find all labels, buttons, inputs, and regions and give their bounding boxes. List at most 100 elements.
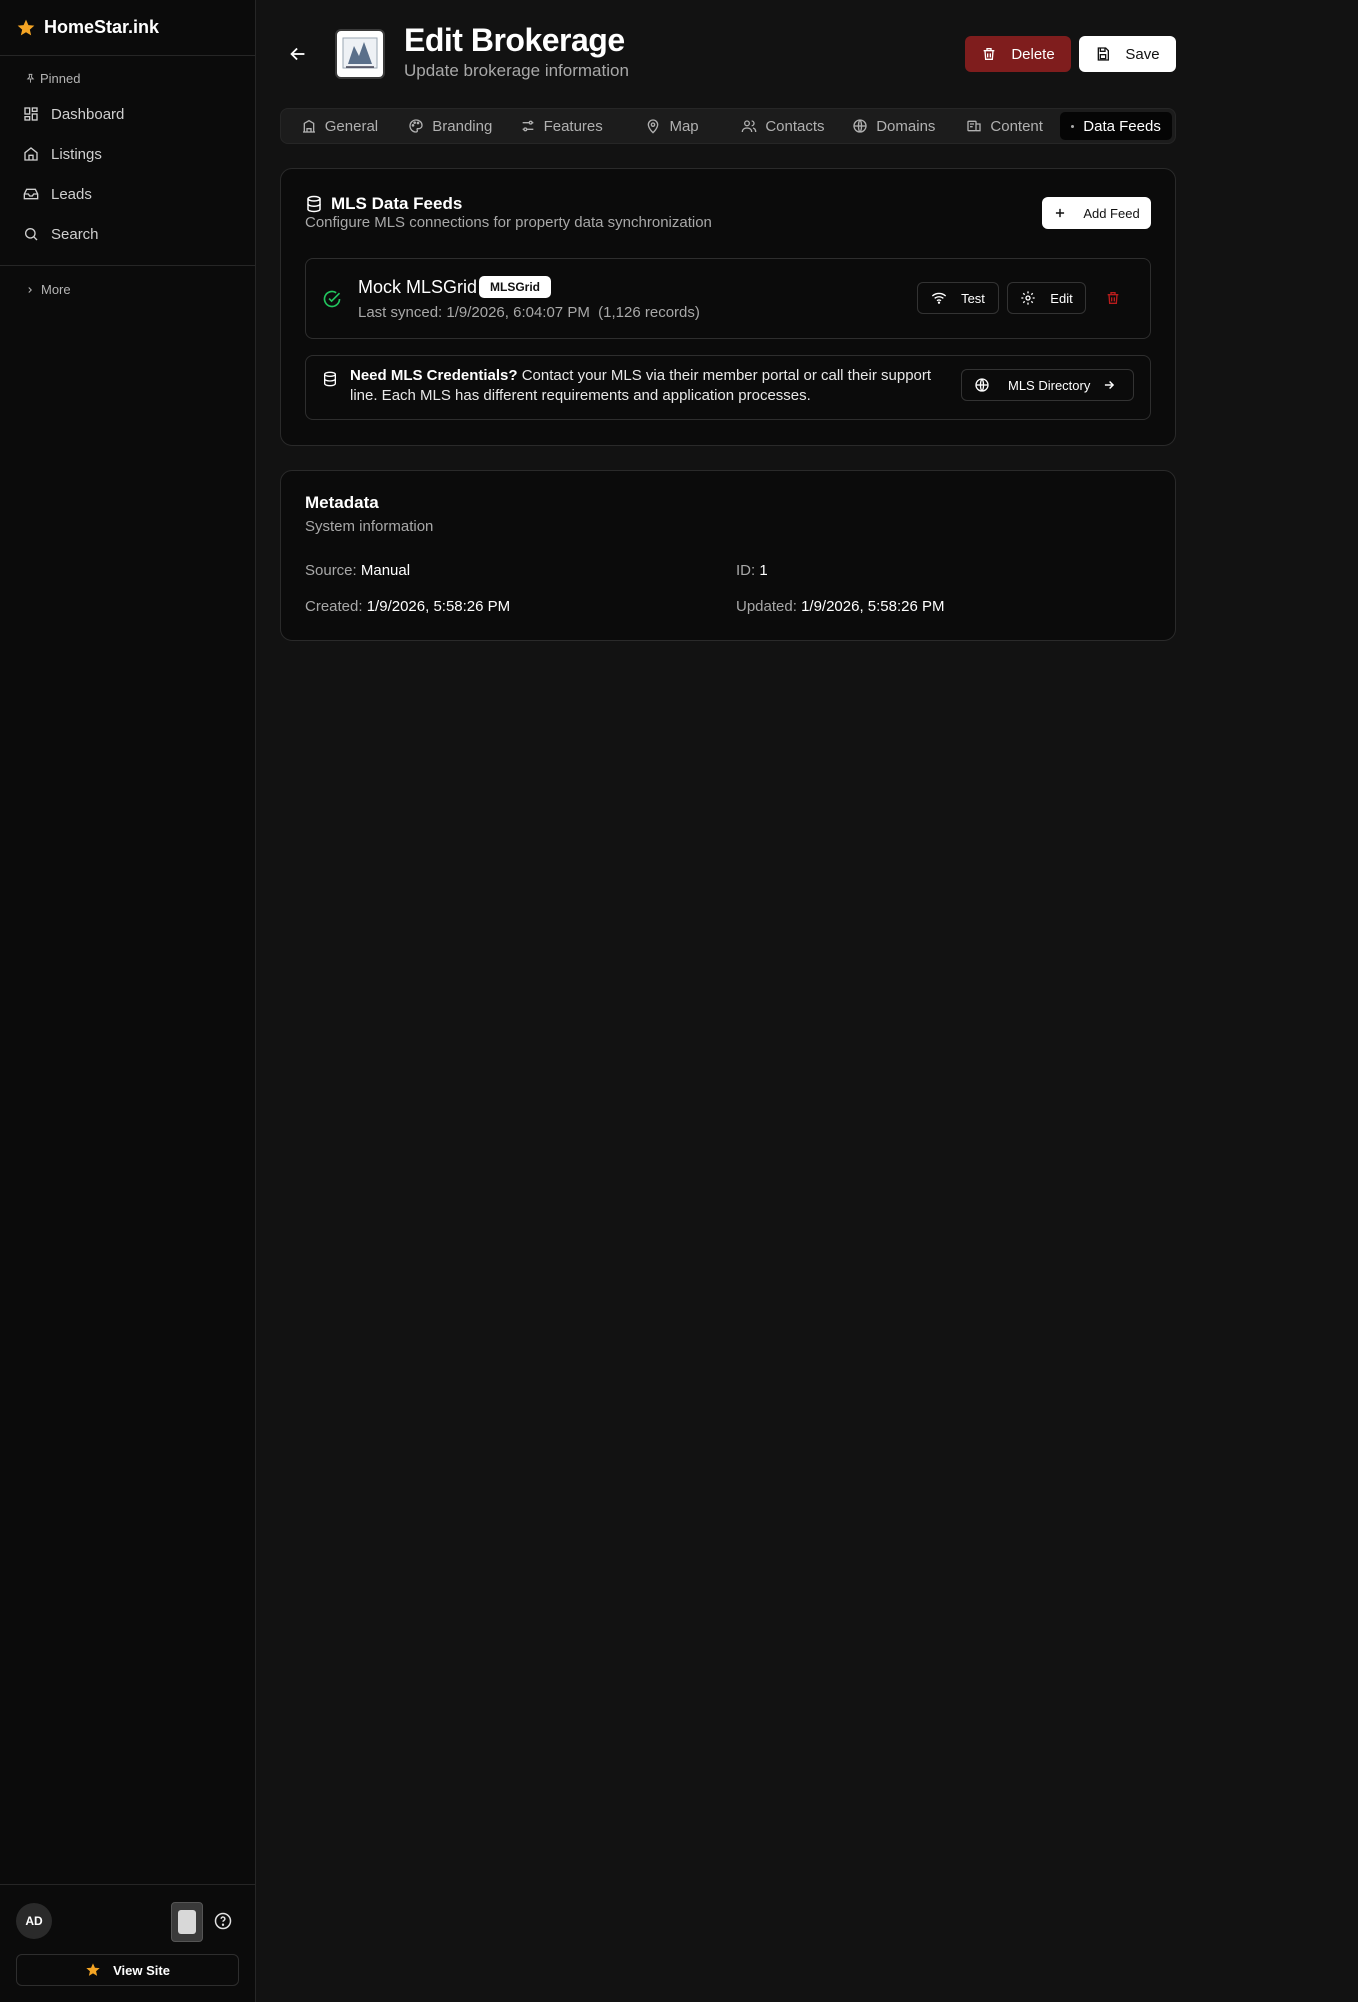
delete-label: Delete <box>1011 45 1055 63</box>
theme-toggle[interactable] <box>171 1902 203 1942</box>
tab-bar: General Branding Features Map Contacts D… <box>280 108 1176 144</box>
metadata-title: Metadata <box>305 493 379 512</box>
gear-icon <box>1021 291 1035 305</box>
test-feed-button[interactable]: Test <box>917 282 999 314</box>
add-feed-label: Add Feed <box>1083 205 1140 221</box>
app-name: HomeStar.ink <box>44 17 160 37</box>
edit-label: Edit <box>1050 290 1073 306</box>
tab-label: Domains <box>876 117 936 135</box>
source-key: Source: <box>305 562 357 579</box>
tab-general[interactable]: General <box>284 112 395 140</box>
feed-name: Mock MLSGrid <box>358 277 478 297</box>
tab-map[interactable]: Map <box>617 112 728 140</box>
metadata-source: Source: Manual <box>305 562 410 579</box>
toggle-knob <box>178 1910 196 1934</box>
save-button[interactable]: Save <box>1079 36 1176 72</box>
sidebar-item-label: Dashboard <box>51 105 125 123</box>
created-value: 1/9/2026, 5:58:26 PM <box>366 598 511 615</box>
sidebar-item-label: Listings <box>51 145 102 163</box>
metadata-created: Created: 1/9/2026, 5:58:26 PM <box>305 598 510 615</box>
metadata-id: ID: 1 <box>736 562 768 579</box>
id-value: 1 <box>759 562 768 579</box>
star-icon <box>86 1963 100 1976</box>
home-icon <box>24 147 38 161</box>
globe-icon <box>975 378 989 392</box>
tab-label: General <box>324 117 379 135</box>
feed-item: Mock MLSGrid MLSGrid Last synced: 1/9/20… <box>305 258 1151 339</box>
help-icon[interactable] <box>214 1912 232 1930</box>
page-subtitle: Update brokerage information <box>404 61 629 80</box>
pinned-label: Pinned <box>40 71 81 86</box>
building-icon <box>302 119 315 133</box>
tab-features[interactable]: Features <box>506 112 617 140</box>
avatar[interactable]: AD <box>16 1903 52 1939</box>
star-logo-icon <box>17 19 35 35</box>
tab-domains[interactable]: Domains <box>838 112 949 140</box>
tab-data-feeds[interactable]: Data Feeds <box>1060 112 1172 140</box>
tab-contacts[interactable]: Contacts <box>728 112 839 140</box>
credentials-notice: Need MLS Credentials? Contact your MLS v… <box>305 355 1151 420</box>
metadata-updated: Updated: 1/9/2026, 5:58:26 PM <box>736 598 945 615</box>
sidebar-footer: AD View Site <box>0 1884 255 2002</box>
tab-branding[interactable]: Branding <box>395 112 506 140</box>
sidebar-item-label: Search <box>51 225 99 243</box>
inbox-icon <box>23 188 39 200</box>
id-key: ID: <box>736 562 756 579</box>
pinned-section-label: Pinned <box>0 56 255 88</box>
sidebar-item-leads[interactable]: Leads <box>8 174 247 214</box>
more-toggle[interactable]: More <box>0 266 255 297</box>
content-icon <box>967 120 982 132</box>
back-arrow-icon[interactable] <box>287 43 309 65</box>
mls-data-feeds-card: MLS Data Feeds Configure MLS connections… <box>280 168 1176 446</box>
search-icon <box>25 228 38 241</box>
mls-directory-label: MLS Directory <box>1008 377 1091 393</box>
palette-icon <box>409 119 423 133</box>
delete-feed-icon[interactable] <box>1105 290 1121 306</box>
source-value: Manual <box>360 562 411 579</box>
updated-value: 1/9/2026, 5:58:26 PM <box>801 598 945 615</box>
tab-label: Content <box>990 117 1043 135</box>
metadata-description: System information <box>305 518 434 535</box>
notice-text: Need MLS Credentials? Contact your MLS v… <box>350 366 960 406</box>
sidebar-item-dashboard[interactable]: Dashboard <box>8 94 247 134</box>
save-label: Save <box>1125 45 1160 63</box>
tab-content[interactable]: Content <box>949 112 1060 140</box>
save-icon <box>1098 47 1110 61</box>
pin-icon <box>26 73 35 83</box>
edit-feed-button[interactable]: Edit <box>1007 282 1086 314</box>
sidebar-item-listings[interactable]: Listings <box>8 134 247 174</box>
users-icon <box>741 120 757 133</box>
sidebar-item-search[interactable]: Search <box>8 214 247 254</box>
created-key: Created: <box>305 598 363 615</box>
database-icon <box>307 195 321 213</box>
metadata-card: Metadata System information Source: Manu… <box>280 470 1176 641</box>
chevron-right-icon <box>28 286 32 293</box>
card-title: MLS Data Feeds <box>331 194 463 213</box>
feed-sync-status: Last synced: 1/9/2026, 6:04:07 PM (1,126… <box>358 304 700 321</box>
tab-label: Features <box>543 117 603 135</box>
add-feed-button[interactable]: Add Feed <box>1042 197 1151 229</box>
wifi-icon <box>931 292 947 304</box>
sidebar: HomeStar.ink Pinned Dashboard Listings L… <box>0 0 256 2002</box>
tab-label: Data Feeds <box>1083 117 1161 135</box>
arrow-right-icon <box>1105 380 1115 390</box>
notice-bold: Need MLS Credentials? <box>350 367 518 384</box>
tab-label: Contacts <box>765 117 825 135</box>
test-label: Test <box>961 290 985 306</box>
dot-icon <box>1071 124 1075 128</box>
globe-icon <box>853 119 867 133</box>
brokerage-logo <box>335 29 385 79</box>
mls-directory-button[interactable]: MLS Directory <box>961 369 1134 401</box>
brand[interactable]: HomeStar.ink <box>0 0 255 56</box>
view-site-label: View Site <box>113 1962 170 1978</box>
brokerage-logo-image <box>342 37 378 69</box>
tab-label: Branding <box>432 117 493 135</box>
database-icon <box>324 371 336 387</box>
delete-button[interactable]: Delete <box>965 36 1071 72</box>
trash-icon <box>983 48 995 60</box>
sliders-icon <box>522 120 533 132</box>
map-pin-icon <box>648 119 659 134</box>
card-description: Configure MLS connections for property d… <box>305 214 712 231</box>
tab-label: Map <box>669 117 699 135</box>
view-site-button[interactable]: View Site <box>16 1954 239 1986</box>
